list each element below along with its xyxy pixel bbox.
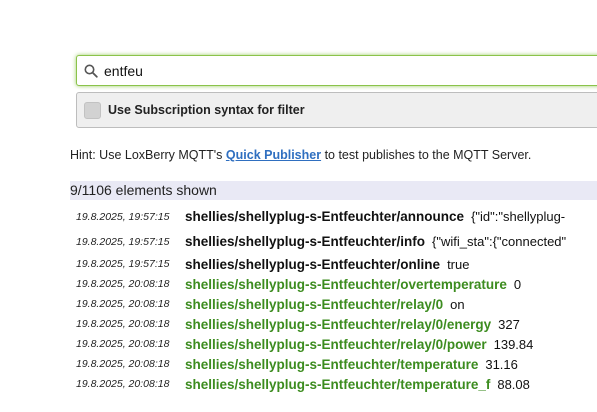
topic-row: 19.8.2025, 20:08:18 shellies/shellyplug-s… <box>76 274 597 294</box>
topic-row: 19.8.2025, 19:57:15 shellies/shellyplug-s… <box>76 254 597 274</box>
elements-count: 9/1106 elements shown <box>70 181 597 200</box>
topic-row: 19.8.2025, 20:08:18 shellies/shellyplug-s… <box>76 374 597 394</box>
topic-name[interactable]: shellies/shellyplug-s-Entfeuchter/relay/… <box>185 297 443 312</box>
topic-timestamp: 19.8.2025, 20:08:18 <box>76 358 170 370</box>
topic-value: 139.84 <box>493 336 534 352</box>
topic-value: {"id":"shellyplug- <box>471 209 566 224</box>
topic-name[interactable]: shellies/shellyplug-s-Entfeuchter/relay/… <box>185 337 487 352</box>
topic-list: 19.8.2025, 19:57:15 shellies/shellyplug-s… <box>76 204 597 394</box>
topic-name[interactable]: shellies/shellyplug-s-Entfeuchter/online <box>185 257 440 272</box>
hint-text: Hint: Use LoxBerry MQTT's Quick Publishe… <box>70 148 531 162</box>
topic-row: 19.8.2025, 20:08:18 shellies/shellyplug-s… <box>76 334 597 354</box>
quick-publisher-link[interactable]: Quick Publisher <box>226 148 321 162</box>
topic-name[interactable]: shellies/shellyplug-s-Entfeuchter/overte… <box>185 277 507 292</box>
hint-prefix: Hint: Use LoxBerry MQTT's <box>70 148 223 162</box>
topic-name[interactable]: shellies/shellyplug-s-Entfeuchter/announ… <box>185 209 464 224</box>
topic-value: {"wifi_sta":{"connected" <box>432 234 567 249</box>
subscription-filter-toggle[interactable]: Use Subscription syntax for filter <box>76 92 597 128</box>
topic-row: 19.8.2025, 19:57:15 shellies/shellyplug-s… <box>76 229 597 254</box>
search-box[interactable] <box>76 55 597 86</box>
search-input[interactable] <box>104 62 584 79</box>
topic-value: on <box>450 296 465 312</box>
topic-row: 19.8.2025, 20:08:18 shellies/shellyplug-s… <box>76 354 597 374</box>
subscription-filter-label: Use Subscription syntax for filter <box>108 103 305 117</box>
topic-timestamp: 19.8.2025, 19:57:15 <box>76 258 170 270</box>
topic-value: 327 <box>498 316 520 332</box>
topic-timestamp: 19.8.2025, 20:08:18 <box>76 278 170 290</box>
topic-row: 19.8.2025, 19:57:15 shellies/shellyplug-s… <box>76 204 597 229</box>
search-icon <box>84 64 98 78</box>
hint-suffix: to test publishes to the MQTT Server. <box>324 148 532 162</box>
topic-value: 0 <box>513 276 522 292</box>
topic-timestamp: 19.8.2025, 20:08:18 <box>76 318 170 330</box>
topic-name[interactable]: shellies/shellyplug-s-Entfeuchter/info <box>185 234 425 249</box>
topic-timestamp: 19.8.2025, 20:08:18 <box>76 378 170 390</box>
topic-value: 31.16 <box>485 356 518 372</box>
subscription-filter-checkbox[interactable] <box>84 101 101 119</box>
topic-name[interactable]: shellies/shellyplug-s-Entfeuchter/temper… <box>185 377 490 392</box>
topic-value: 88.08 <box>497 376 530 392</box>
topic-timestamp: 19.8.2025, 19:57:15 <box>76 235 170 248</box>
topic-row: 19.8.2025, 20:08:18 shellies/shellyplug-s… <box>76 314 597 334</box>
topic-timestamp: 19.8.2025, 20:08:18 <box>76 338 170 350</box>
topic-row: 19.8.2025, 20:08:18 shellies/shellyplug-s… <box>76 294 597 314</box>
topic-name[interactable]: shellies/shellyplug-s-Entfeuchter/relay/… <box>185 317 491 332</box>
topic-name[interactable]: shellies/shellyplug-s-Entfeuchter/temper… <box>185 357 478 372</box>
topic-timestamp: 19.8.2025, 19:57:15 <box>76 210 170 223</box>
topic-timestamp: 19.8.2025, 20:08:18 <box>76 298 170 310</box>
topic-value: true <box>447 256 470 272</box>
